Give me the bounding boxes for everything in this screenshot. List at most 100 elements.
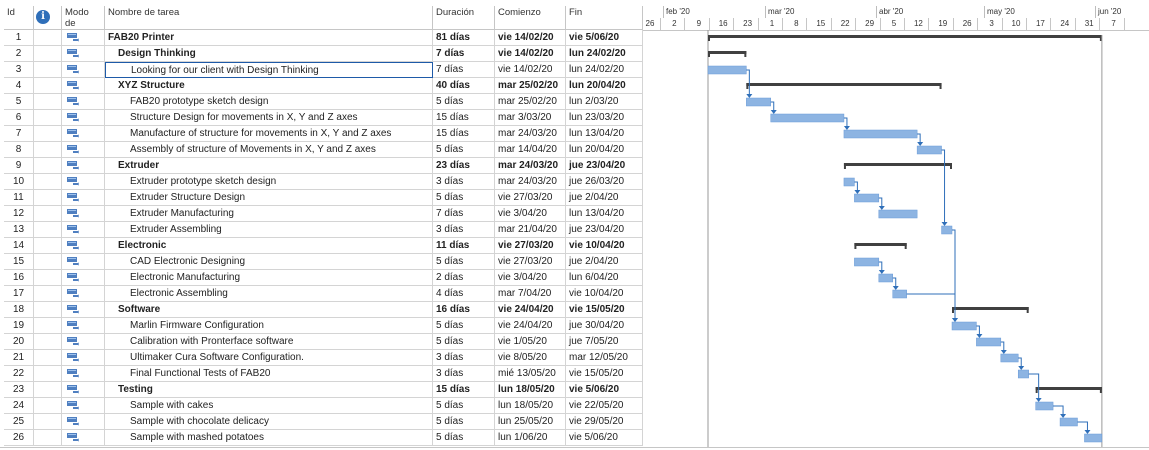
table-row[interactable]: 20 Calibration with Pronterface software 5… xyxy=(0,334,643,350)
row-duration[interactable]: 40 días xyxy=(433,78,495,94)
row-task-name[interactable]: Marlin Firmware Configuration xyxy=(105,318,433,334)
summary-bar[interactable] xyxy=(746,83,942,86)
row-start[interactable]: vie 8/05/20 xyxy=(495,350,566,366)
row-start[interactable]: lun 18/05/20 xyxy=(495,382,566,398)
row-duration[interactable]: 5 días xyxy=(433,430,495,446)
task-bar[interactable] xyxy=(878,273,893,283)
row-start[interactable]: mar 7/04/20 xyxy=(495,286,566,302)
row-task-mode[interactable] xyxy=(62,302,105,318)
column-header-task-mode[interactable]: Modo de tarea xyxy=(62,6,105,30)
table-row[interactable]: 25 Sample with chocolate delicacy 5 días lu… xyxy=(0,414,643,430)
row-start[interactable]: vie 14/02/20 xyxy=(495,46,566,62)
row-finish[interactable]: lun 13/04/20 xyxy=(566,126,643,142)
row-finish[interactable]: vie 10/04/20 xyxy=(566,286,643,302)
summary-bar-cap[interactable] xyxy=(854,243,857,249)
summary-bar-cap[interactable] xyxy=(1026,307,1029,313)
task-bar[interactable] xyxy=(770,113,845,123)
task-bar[interactable] xyxy=(854,257,880,267)
summary-bar[interactable] xyxy=(854,243,907,246)
row-task-mode[interactable] xyxy=(62,126,105,142)
summary-bar[interactable] xyxy=(708,35,1102,38)
row-duration[interactable]: 5 días xyxy=(433,398,495,414)
row-start[interactable]: vie 27/03/20 xyxy=(495,190,566,206)
row-duration[interactable]: 3 días xyxy=(433,350,495,366)
row-duration[interactable]: 3 días xyxy=(433,222,495,238)
summary-bar-cap[interactable] xyxy=(843,163,846,169)
table-row[interactable]: 2 Design Thinking 7 días vie 14/02/20 lun 24… xyxy=(0,46,643,62)
row-start[interactable]: mar 24/03/20 xyxy=(495,158,566,174)
row-start[interactable]: vie 1/05/20 xyxy=(495,334,566,350)
row-duration[interactable]: 5 días xyxy=(433,414,495,430)
row-task-mode[interactable] xyxy=(62,286,105,302)
row-start[interactable]: mar 21/04/20 xyxy=(495,222,566,238)
row-duration[interactable]: 5 días xyxy=(433,142,495,158)
task-bar[interactable] xyxy=(1000,353,1019,363)
row-task-name[interactable]: XYZ Structure xyxy=(105,78,433,94)
row-finish[interactable]: jue 23/04/20 xyxy=(566,222,643,238)
task-bar[interactable] xyxy=(1084,433,1103,443)
table-row[interactable]: 23 Testing 15 días lun 18/05/20 vie 5/06/20 xyxy=(0,382,643,398)
row-start[interactable]: mié 13/05/20 xyxy=(495,366,566,382)
row-start[interactable]: mar 14/04/20 xyxy=(495,142,566,158)
row-task-mode[interactable] xyxy=(62,158,105,174)
row-task-mode[interactable] xyxy=(62,430,105,446)
task-bar[interactable] xyxy=(843,177,855,187)
column-header-indicators[interactable]: i xyxy=(34,6,62,30)
row-start[interactable]: vie 14/02/20 xyxy=(495,62,566,78)
summary-bar[interactable] xyxy=(843,163,952,166)
row-duration[interactable]: 5 días xyxy=(433,334,495,350)
row-task-mode[interactable] xyxy=(62,334,105,350)
table-row[interactable]: 9 Extruder 23 días mar 24/03/20 jue 23/04/20 xyxy=(0,158,643,174)
row-finish[interactable]: lun 24/02/20 xyxy=(566,62,643,78)
row-start[interactable]: mar 25/02/20 xyxy=(495,78,566,94)
row-duration[interactable]: 5 días xyxy=(433,254,495,270)
row-task-name[interactable]: Looking for our client with Design Think… xyxy=(105,62,433,78)
task-bar[interactable] xyxy=(746,97,771,107)
table-row[interactable]: 12 Extruder Manufacturing 7 días vie 3/04/2… xyxy=(0,206,643,222)
task-bar[interactable] xyxy=(976,337,1002,347)
row-duration[interactable]: 15 días xyxy=(433,382,495,398)
row-task-name[interactable]: Software xyxy=(105,302,433,318)
summary-bar-cap[interactable] xyxy=(952,307,954,313)
column-header-duration[interactable]: Duración xyxy=(433,6,495,30)
row-duration[interactable]: 4 días xyxy=(433,286,495,302)
row-finish[interactable]: mar 12/05/20 xyxy=(566,350,643,366)
row-finish[interactable]: vie 5/06/20 xyxy=(566,30,643,46)
row-start[interactable]: lun 1/06/20 xyxy=(495,430,566,446)
row-start[interactable]: vie 14/02/20 xyxy=(495,30,566,46)
row-task-name[interactable]: Electronic Manufacturing xyxy=(105,270,433,286)
row-duration[interactable]: 7 días xyxy=(433,206,495,222)
row-task-name[interactable]: FAB20 prototype sketch design xyxy=(105,94,433,110)
table-row[interactable]: 13 Extruder Assembling 3 días mar 21/04/20 j… xyxy=(0,222,643,238)
row-start[interactable]: vie 24/04/20 xyxy=(495,318,566,334)
table-row[interactable]: 15 CAD Electronic Designing 5 días vie 27/0… xyxy=(0,254,643,270)
table-row[interactable]: 21 Ultimaker Cura Software Configuration.… xyxy=(0,350,643,366)
table-row[interactable]: 17 Electronic Assembling 4 días mar 7/04/20… xyxy=(0,286,643,302)
table-row[interactable]: 22 Final Functional Tests of FAB20 3 días m… xyxy=(0,366,643,382)
row-finish[interactable]: vie 15/05/20 xyxy=(566,302,643,318)
row-task-mode[interactable] xyxy=(62,142,105,158)
row-task-name[interactable]: Sample with cakes xyxy=(105,398,433,414)
row-finish[interactable]: jue 26/03/20 xyxy=(566,174,643,190)
row-task-name[interactable]: Assembly of structure of Movements in X,… xyxy=(105,142,433,158)
row-finish[interactable]: lun 20/04/20 xyxy=(566,142,643,158)
table-row[interactable]: 19 Marlin Firmware Configuration 5 días vie… xyxy=(0,318,643,334)
row-task-mode[interactable] xyxy=(62,238,105,254)
row-task-name[interactable]: CAD Electronic Designing xyxy=(105,254,433,270)
table-row[interactable]: 8 Assembly of structure of Movements in X… xyxy=(0,142,643,158)
row-finish[interactable]: vie 10/04/20 xyxy=(566,238,643,254)
task-bar[interactable] xyxy=(892,289,907,299)
row-task-name[interactable]: Extruder Manufacturing xyxy=(105,206,433,222)
row-task-name[interactable]: Calibration with Pronterface software xyxy=(105,334,433,350)
row-task-name[interactable]: Testing xyxy=(105,382,433,398)
row-start[interactable]: mar 24/03/20 xyxy=(495,174,566,190)
row-start[interactable]: lun 18/05/20 xyxy=(495,398,566,414)
row-task-mode[interactable] xyxy=(62,350,105,366)
row-duration[interactable]: 11 días xyxy=(433,238,495,254)
task-bar[interactable] xyxy=(843,129,918,139)
column-header-start[interactable]: Comienzo xyxy=(495,6,566,30)
task-bar[interactable] xyxy=(1059,417,1078,427)
summary-bar-cap[interactable] xyxy=(950,163,952,169)
task-bar[interactable] xyxy=(707,65,747,75)
row-finish[interactable]: jue 30/04/20 xyxy=(566,318,643,334)
